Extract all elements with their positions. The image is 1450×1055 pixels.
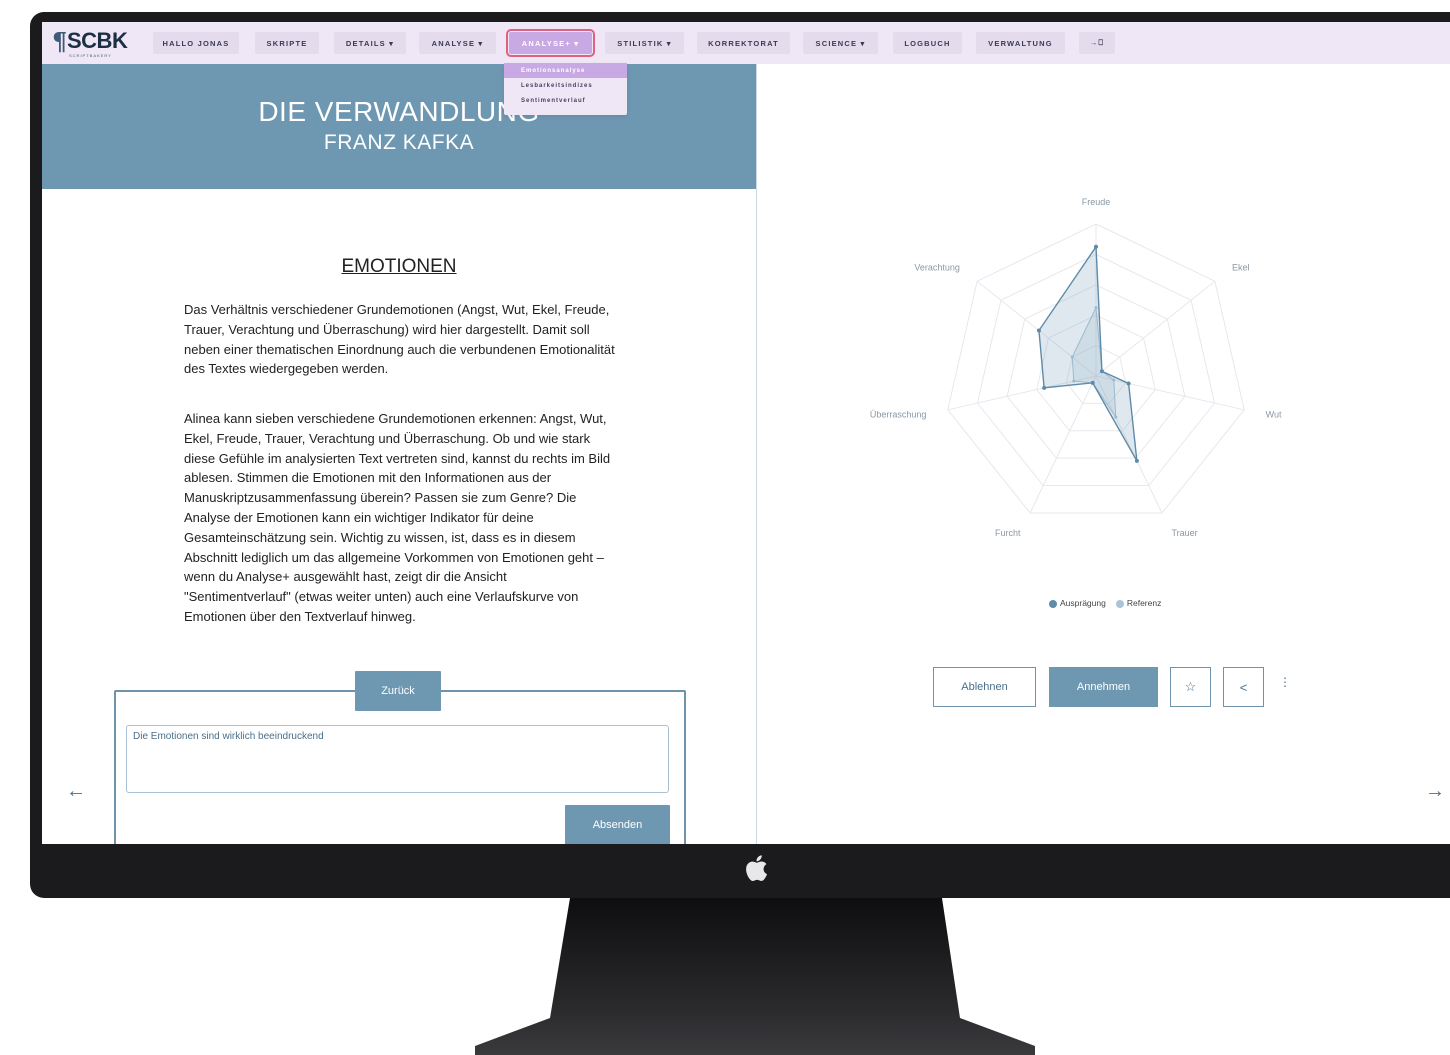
intro-paragraph: Das Verhältnis verschiedener Grundemotio… [184, 302, 615, 377]
app-logo[interactable]: ¶ SCBK SCRIPTBAKERY [52, 27, 148, 59]
nav-analyse[interactable]: ANALYSE ▾ [419, 32, 496, 54]
axis-label: Überraschung [870, 410, 927, 420]
data-point [1036, 328, 1041, 333]
series-area [1038, 244, 1138, 462]
book-title: DIE VERWANDLUNG [258, 96, 540, 127]
logo-text: SCBK [67, 28, 128, 53]
nav-korrektorat[interactable]: KORREKTORAT [697, 32, 790, 54]
comment-textarea[interactable]: Die Emotionen sind wirklich beeindrucken… [126, 725, 669, 793]
chart-legend: Ausprägung Referenz [1049, 598, 1161, 608]
next-arrow-icon[interactable]: → [1425, 780, 1445, 803]
book-header: DIE VERWANDLUNG FRANZ KAFKA [42, 64, 756, 189]
nav-analyse-plus[interactable]: ANALYSE+ ▾ [506, 29, 595, 57]
previous-arrow-icon[interactable]: ← [66, 780, 86, 803]
data-point [1094, 244, 1098, 249]
data-point [1090, 380, 1095, 385]
share-icon[interactable]: < [1223, 667, 1264, 707]
data-point [1099, 369, 1104, 374]
legend-item-auspraegung: Ausprägung [1049, 598, 1106, 608]
nav-skripte[interactable]: SKRIPTE [255, 32, 319, 54]
book-author: FRANZ KAFKA [323, 131, 475, 154]
app-screen: ¶ SCBK SCRIPTBAKERY HALLO JONAS SKRIPTE … [42, 22, 1450, 844]
nav-details[interactable]: DETAILS ▾ [334, 32, 406, 54]
legend-label: Referenz [1126, 598, 1162, 608]
legend-item-referenz: Referenz [1115, 598, 1162, 608]
section-title: EMOTIONEN [341, 256, 457, 277]
back-button[interactable]: Zurück [355, 671, 441, 711]
menu-item-emotionsanalyse[interactable]: Emotionsanalyse [504, 63, 627, 78]
nav-stilistik[interactable]: STILISTIK ▾ [605, 32, 684, 54]
legend-swatch [1115, 599, 1124, 608]
legend-swatch [1049, 599, 1057, 608]
chart-pane: Freude Ekel Wut Trauer Furcht Überraschung Ver… [757, 64, 1450, 844]
axis-label: Ekel [1232, 263, 1250, 273]
logo-subtitle: SCRIPTBAKERY [69, 53, 112, 58]
accept-button[interactable]: Annehmen [1049, 667, 1158, 707]
axis-label: Trauer [1171, 528, 1197, 538]
star-icon[interactable]: ☆ [1170, 667, 1211, 707]
nav-greeting[interactable]: HALLO JONAS [153, 32, 239, 54]
nav-science[interactable]: SCIENCE ▾ [803, 32, 878, 54]
description-pane: DIE VERWANDLUNG FRANZ KAFKA EMOTIONEN Da… [42, 64, 757, 844]
data-point [1126, 381, 1131, 386]
axis-label: Wut [1266, 410, 1282, 420]
axis-label: Freude [1082, 197, 1111, 207]
more-options-icon[interactable]: ⋮ [1279, 675, 1291, 689]
reject-button[interactable]: Ablehnen [933, 667, 1036, 707]
apple-logo-icon [746, 855, 767, 881]
submit-button[interactable]: Absenden [565, 805, 670, 844]
data-point [1042, 385, 1047, 390]
nav-verwaltung[interactable]: VERWALTUNG [976, 32, 1065, 54]
legend-label: Ausprägung [1060, 598, 1106, 608]
top-navigation: ¶ SCBK SCRIPTBAKERY HALLO JONAS SKRIPTE … [42, 22, 1450, 64]
grid-spoke [1029, 375, 1097, 514]
axis-label: Furcht [995, 528, 1021, 538]
explanation-paragraph: Alinea kann sieben verschiedene Grundemo… [184, 411, 611, 624]
nav-logbuch[interactable]: LOGBUCH [893, 32, 962, 54]
monitor-stand [475, 898, 1035, 1055]
logout-icon[interactable]: →⎕ [1079, 32, 1115, 54]
axis-label: Verachtung [914, 263, 960, 273]
menu-item-sentimentverlauf[interactable]: Sentimentverlauf [504, 93, 627, 108]
pilcrow-icon: ¶ [52, 27, 68, 56]
menu-item-lesbarkeitsindizes[interactable]: Lesbarkeitsindizes [504, 78, 627, 93]
data-point [1134, 458, 1139, 463]
emotion-radar-chart: Freude Ekel Wut Trauer Furcht Überraschung Ver… [870, 197, 1282, 538]
analyse-plus-dropdown: Emotionsanalyse Lesbarkeitsindizes Senti… [504, 63, 627, 115]
grid-spoke [1095, 280, 1216, 377]
